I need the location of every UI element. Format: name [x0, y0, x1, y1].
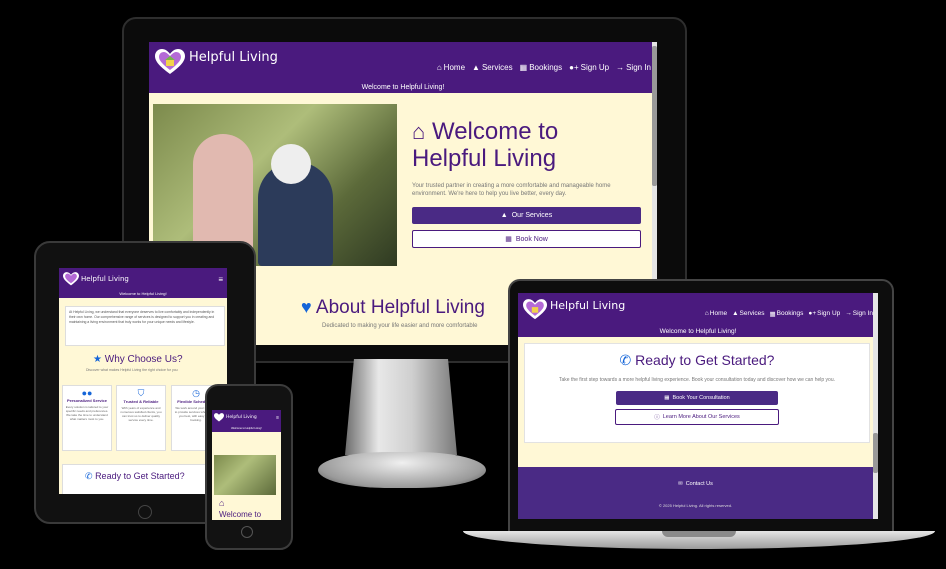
desktop-navbar: Helpful Living ⌂ Home ▲ Services ▦ Bookings…	[149, 42, 657, 82]
hero-title: ⌂ Welcome to Helpful Living	[412, 118, 559, 172]
about-title: ♥ About Helpful Living	[301, 297, 485, 318]
brand-name[interactable]: Helpful Living	[81, 275, 129, 283]
brand-name[interactable]: Helpful Living	[189, 50, 278, 65]
why-subtitle: Discover what makes Helpful Living the r…	[86, 368, 178, 372]
monitor-stand-base	[318, 452, 486, 488]
hands-icon: ▲	[732, 310, 739, 317]
monitor-stand-neck	[345, 359, 457, 455]
star-icon: ★	[93, 354, 102, 365]
shield-icon: ⛉	[137, 388, 145, 398]
tablet-home-button	[138, 505, 152, 519]
learn-more-button[interactable]: ⓘ Learn More About Our Services	[615, 409, 779, 425]
calendar-icon: ▦	[505, 236, 512, 243]
house-icon: ⌂	[412, 119, 426, 144]
heart-icon: ♥	[301, 297, 312, 317]
hero-photo	[214, 455, 276, 495]
phone-icon: ✆	[619, 352, 632, 368]
nav-services[interactable]: ▲ Services	[732, 310, 764, 317]
calendar-icon: ▦	[664, 395, 670, 401]
nav-bookings[interactable]: ▦ Bookings	[520, 63, 562, 72]
welcome-bar: Welcome to Helpful Living!	[518, 326, 878, 337]
about-subtitle: Dedicated to making your life easier and…	[322, 323, 478, 329]
phone-navbar: Helpful Living ≡	[212, 410, 281, 425]
ready-title: ✆ Ready to Get Started?	[85, 471, 185, 481]
our-services-button[interactable]: ▲ Our Services	[412, 207, 641, 224]
copyright: © 2025 Helpful Living. All rights reserv…	[658, 503, 733, 508]
photo-hair	[271, 144, 311, 184]
laptop-footer: ✉ Contact Us © 2025 Helpful Living. All r…	[518, 467, 873, 519]
welcome-bar: Welcome to Helpful Living!	[149, 82, 657, 93]
book-now-button[interactable]: ▦ Book Now	[412, 230, 641, 248]
desktop-scrollbar-thumb[interactable]	[652, 46, 657, 186]
brand-name[interactable]: Helpful Living	[226, 415, 257, 420]
laptop-scrollbar[interactable]	[873, 293, 878, 519]
ready-title: ✆ Ready to Get Started?	[619, 352, 775, 368]
house-icon: ⌂	[436, 62, 442, 72]
nav-sign-up[interactable]: ●+ Sign Up	[569, 63, 609, 72]
info-icon: ⓘ	[654, 415, 660, 421]
phone-icon: ✆	[85, 471, 93, 481]
user-plus-icon: ●+	[569, 62, 579, 72]
heart-logo-icon[interactable]	[214, 413, 224, 422]
nav-services[interactable]: ▲ Services	[472, 63, 513, 72]
desktop-nav-links: ⌂ Home ▲ Services ▦ Bookings ●+ Sign Up → Sig…	[437, 63, 651, 72]
hands-icon: ▲	[472, 62, 480, 72]
laptop-navbar: Helpful Living ⌂ Home ▲ Services ▦ Bookings…	[518, 293, 878, 326]
laptop-screen: Helpful Living ⌂ Home ▲ Services ▦ Bookings…	[518, 293, 878, 519]
about-card: At Helpful Living, we understand that ev…	[65, 306, 225, 346]
hero-text: Your trusted partner in creating a more …	[412, 183, 611, 197]
tablet-navbar: Helpful Living ≡	[59, 268, 227, 290]
nav-sign-up[interactable]: ●+ Sign Up	[808, 310, 840, 317]
menu-icon[interactable]: ≡	[276, 415, 279, 421]
laptop-scrollbar-thumb[interactable]	[873, 433, 878, 473]
nav-bookings[interactable]: ▦ Bookings	[769, 310, 803, 318]
hands-icon: ▲	[500, 212, 508, 219]
welcome-bar: Welcome to Helpful Living!	[212, 425, 281, 432]
ready-card: ✆ Ready to Get Started?	[62, 464, 224, 494]
book-consultation-button[interactable]: ▦ Book Your Consultation	[616, 391, 778, 405]
laptop-notch	[662, 531, 736, 537]
nav-sign-in[interactable]: → Sign In	[616, 63, 651, 72]
house-icon: ⌂	[219, 498, 225, 508]
calendar-icon: ▦	[769, 310, 776, 318]
laptop-nav-links: ⌂ Home ▲ Services ▦ Bookings ●+ Sign Up → Sig…	[705, 310, 873, 318]
ready-card: ✆ Ready to Get Started? Take the first s…	[524, 343, 870, 443]
brand-name[interactable]: Helpful Living	[550, 299, 625, 312]
users-icon: ●●	[81, 388, 93, 398]
house-icon: ⌂	[704, 310, 709, 317]
sign-in-icon: →	[616, 62, 625, 72]
card-trusted: ⛉ Trusted & Reliable With years of exper…	[116, 385, 166, 451]
heart-logo-icon[interactable]	[523, 299, 547, 320]
ready-text: Take the first step towards a more helpf…	[559, 377, 835, 383]
tablet-screen: Helpful Living ≡ Welcome to Helpful Livi…	[59, 268, 227, 494]
nav-home[interactable]: ⌂ Home	[705, 310, 727, 317]
card-personalized: ●● Personalized Service Every solution i…	[62, 385, 112, 451]
nav-home[interactable]: ⌂ Home	[437, 63, 465, 72]
why-title: ★ Why Choose Us?	[93, 354, 183, 365]
phone-home-button	[241, 526, 253, 538]
hero-title: Welcome to	[219, 510, 262, 519]
nav-sign-in[interactable]: → Sign In	[845, 310, 873, 317]
heart-logo-icon[interactable]	[155, 49, 185, 75]
sign-in-icon: →	[845, 310, 852, 317]
calendar-icon: ▦	[519, 62, 528, 72]
user-plus-icon: ●+	[808, 310, 817, 317]
heart-logo-icon[interactable]	[63, 272, 79, 286]
menu-icon[interactable]: ≡	[218, 275, 223, 284]
contact-link[interactable]: ✉ Contact Us	[518, 481, 873, 487]
phone-screen: Helpful Living ≡ Welcome to Helpful Livi…	[212, 410, 281, 520]
welcome-bar: Welcome to Helpful Living!	[59, 290, 227, 298]
envelope-icon: ✉	[678, 481, 683, 487]
